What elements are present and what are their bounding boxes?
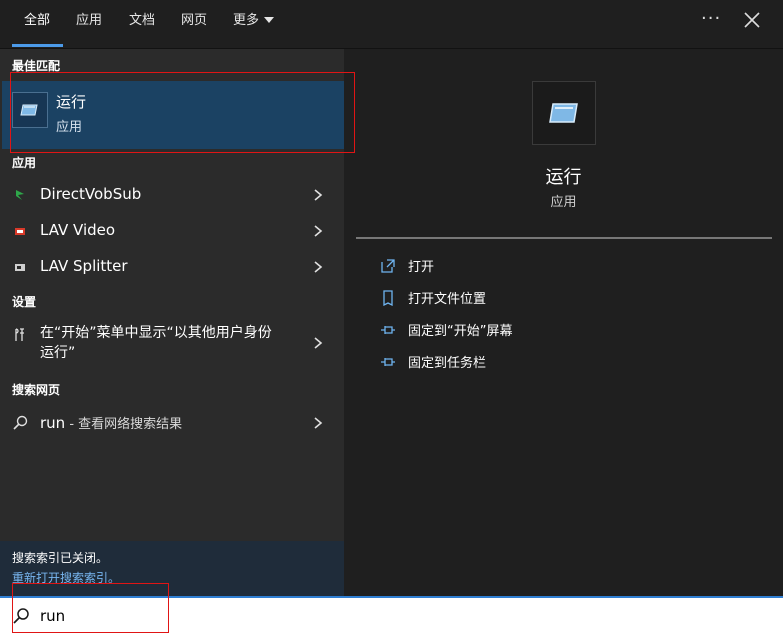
preview-run-icon — [532, 81, 596, 145]
apps-header: 应用 — [12, 156, 37, 170]
web-search-item[interactable]: run - 查看网络搜索结果 — [0, 405, 344, 441]
search-icon — [13, 608, 29, 624]
action-pin-start[interactable]: 固定到“开始”屏幕 — [380, 317, 760, 343]
preview-subtitle: 应用 — [550, 195, 577, 210]
search-input[interactable] — [38, 604, 742, 628]
best-match-header: 最佳匹配 — [12, 59, 61, 73]
close-button[interactable] — [740, 8, 764, 32]
directvobsub-icon — [16, 190, 24, 200]
settings-item-line1: 在“开始”菜单中显示“以其他用户身份 — [40, 325, 272, 341]
chevron-right-icon[interactable] — [312, 223, 324, 239]
action-file-location-label: 打开文件位置 — [408, 292, 487, 307]
tab-more[interactable]: 更多 — [233, 0, 275, 48]
close-icon — [744, 12, 760, 28]
scope-tabs-bar: 全部 应用 文档 网页 更多 ··· — [0, 0, 783, 49]
preview-divider — [356, 237, 772, 239]
chevron-right-icon[interactable] — [312, 259, 324, 275]
results-pane: 最佳匹配 运行 应用 应用 DirectVobSub LAV Video LAV… — [0, 49, 344, 597]
settings-item-label: 在“开始”菜单中显示“以其他用户身份 运行” — [40, 323, 272, 363]
app-item-lav-splitter[interactable]: LAV Splitter — [0, 249, 344, 285]
preview-title: 运行 — [545, 167, 582, 188]
tab-web[interactable]: 网页 — [181, 0, 207, 48]
tab-all[interactable]: 全部 — [24, 0, 50, 48]
action-pin-taskbar-label: 固定到任务栏 — [408, 356, 487, 371]
lav-splitter-icon — [15, 264, 25, 271]
action-pin-taskbar[interactable]: 固定到任务栏 — [380, 349, 760, 375]
chevron-down-icon — [264, 16, 275, 23]
settings-item-line2: 运行” — [40, 345, 76, 361]
action-open[interactable]: 打开 — [380, 253, 760, 279]
tab-documents[interactable]: 文档 — [129, 0, 155, 48]
web-search-suffix: - 查看网络搜索结果 — [65, 417, 183, 432]
action-pin-start-label: 固定到“开始”屏幕 — [408, 324, 513, 339]
best-match-item[interactable]: 运行 应用 — [2, 81, 344, 149]
open-icon — [381, 259, 395, 273]
action-open-file-location[interactable]: 打开文件位置 — [380, 285, 760, 311]
tab-more-label: 更多 — [233, 13, 260, 28]
reopen-index-link[interactable]: 重新打开搜索索引。 — [12, 569, 120, 586]
search-bar — [0, 596, 783, 633]
pin-taskbar-icon — [381, 358, 395, 366]
settings-icon — [15, 328, 24, 341]
run-icon — [12, 92, 48, 128]
action-open-label: 打开 — [408, 260, 435, 275]
chevron-right-icon[interactable] — [312, 335, 324, 351]
app-item-label: LAV Video — [40, 221, 116, 239]
search-index-notice: 搜索索引已关闭。 重新打开搜索索引。 — [0, 541, 344, 597]
web-search-header: 搜索网页 — [12, 383, 61, 397]
search-icon — [13, 415, 28, 430]
best-match-title: 运行 — [56, 93, 87, 111]
chevron-right-icon[interactable] — [312, 187, 324, 203]
app-item-label: DirectVobSub — [40, 185, 142, 203]
file-location-icon — [383, 290, 393, 306]
chevron-right-icon[interactable] — [312, 415, 324, 431]
active-tab-indicator — [12, 44, 63, 47]
more-options-button[interactable]: ··· — [701, 8, 721, 29]
preview-pane: 运行 应用 打开 打开文件位置 固定到“开始”屏幕 固定到任务栏 — [344, 49, 783, 596]
web-search-query: run — [40, 414, 66, 432]
settings-item-run-as-other-user[interactable]: 在“开始”菜单中显示“以其他用户身份 运行” — [0, 317, 344, 369]
index-off-text: 搜索索引已关闭。 — [12, 551, 109, 565]
pin-start-icon — [381, 326, 395, 334]
lav-video-icon — [15, 228, 25, 235]
settings-header: 设置 — [12, 295, 37, 309]
app-item-directvobsub[interactable]: DirectVobSub — [0, 177, 344, 213]
app-item-lav-video[interactable]: LAV Video — [0, 213, 344, 249]
app-item-label: LAV Splitter — [40, 257, 128, 275]
web-search-label: run - 查看网络搜索结果 — [40, 413, 182, 432]
tab-apps[interactable]: 应用 — [76, 0, 102, 48]
best-match-subtitle: 应用 — [56, 120, 83, 135]
